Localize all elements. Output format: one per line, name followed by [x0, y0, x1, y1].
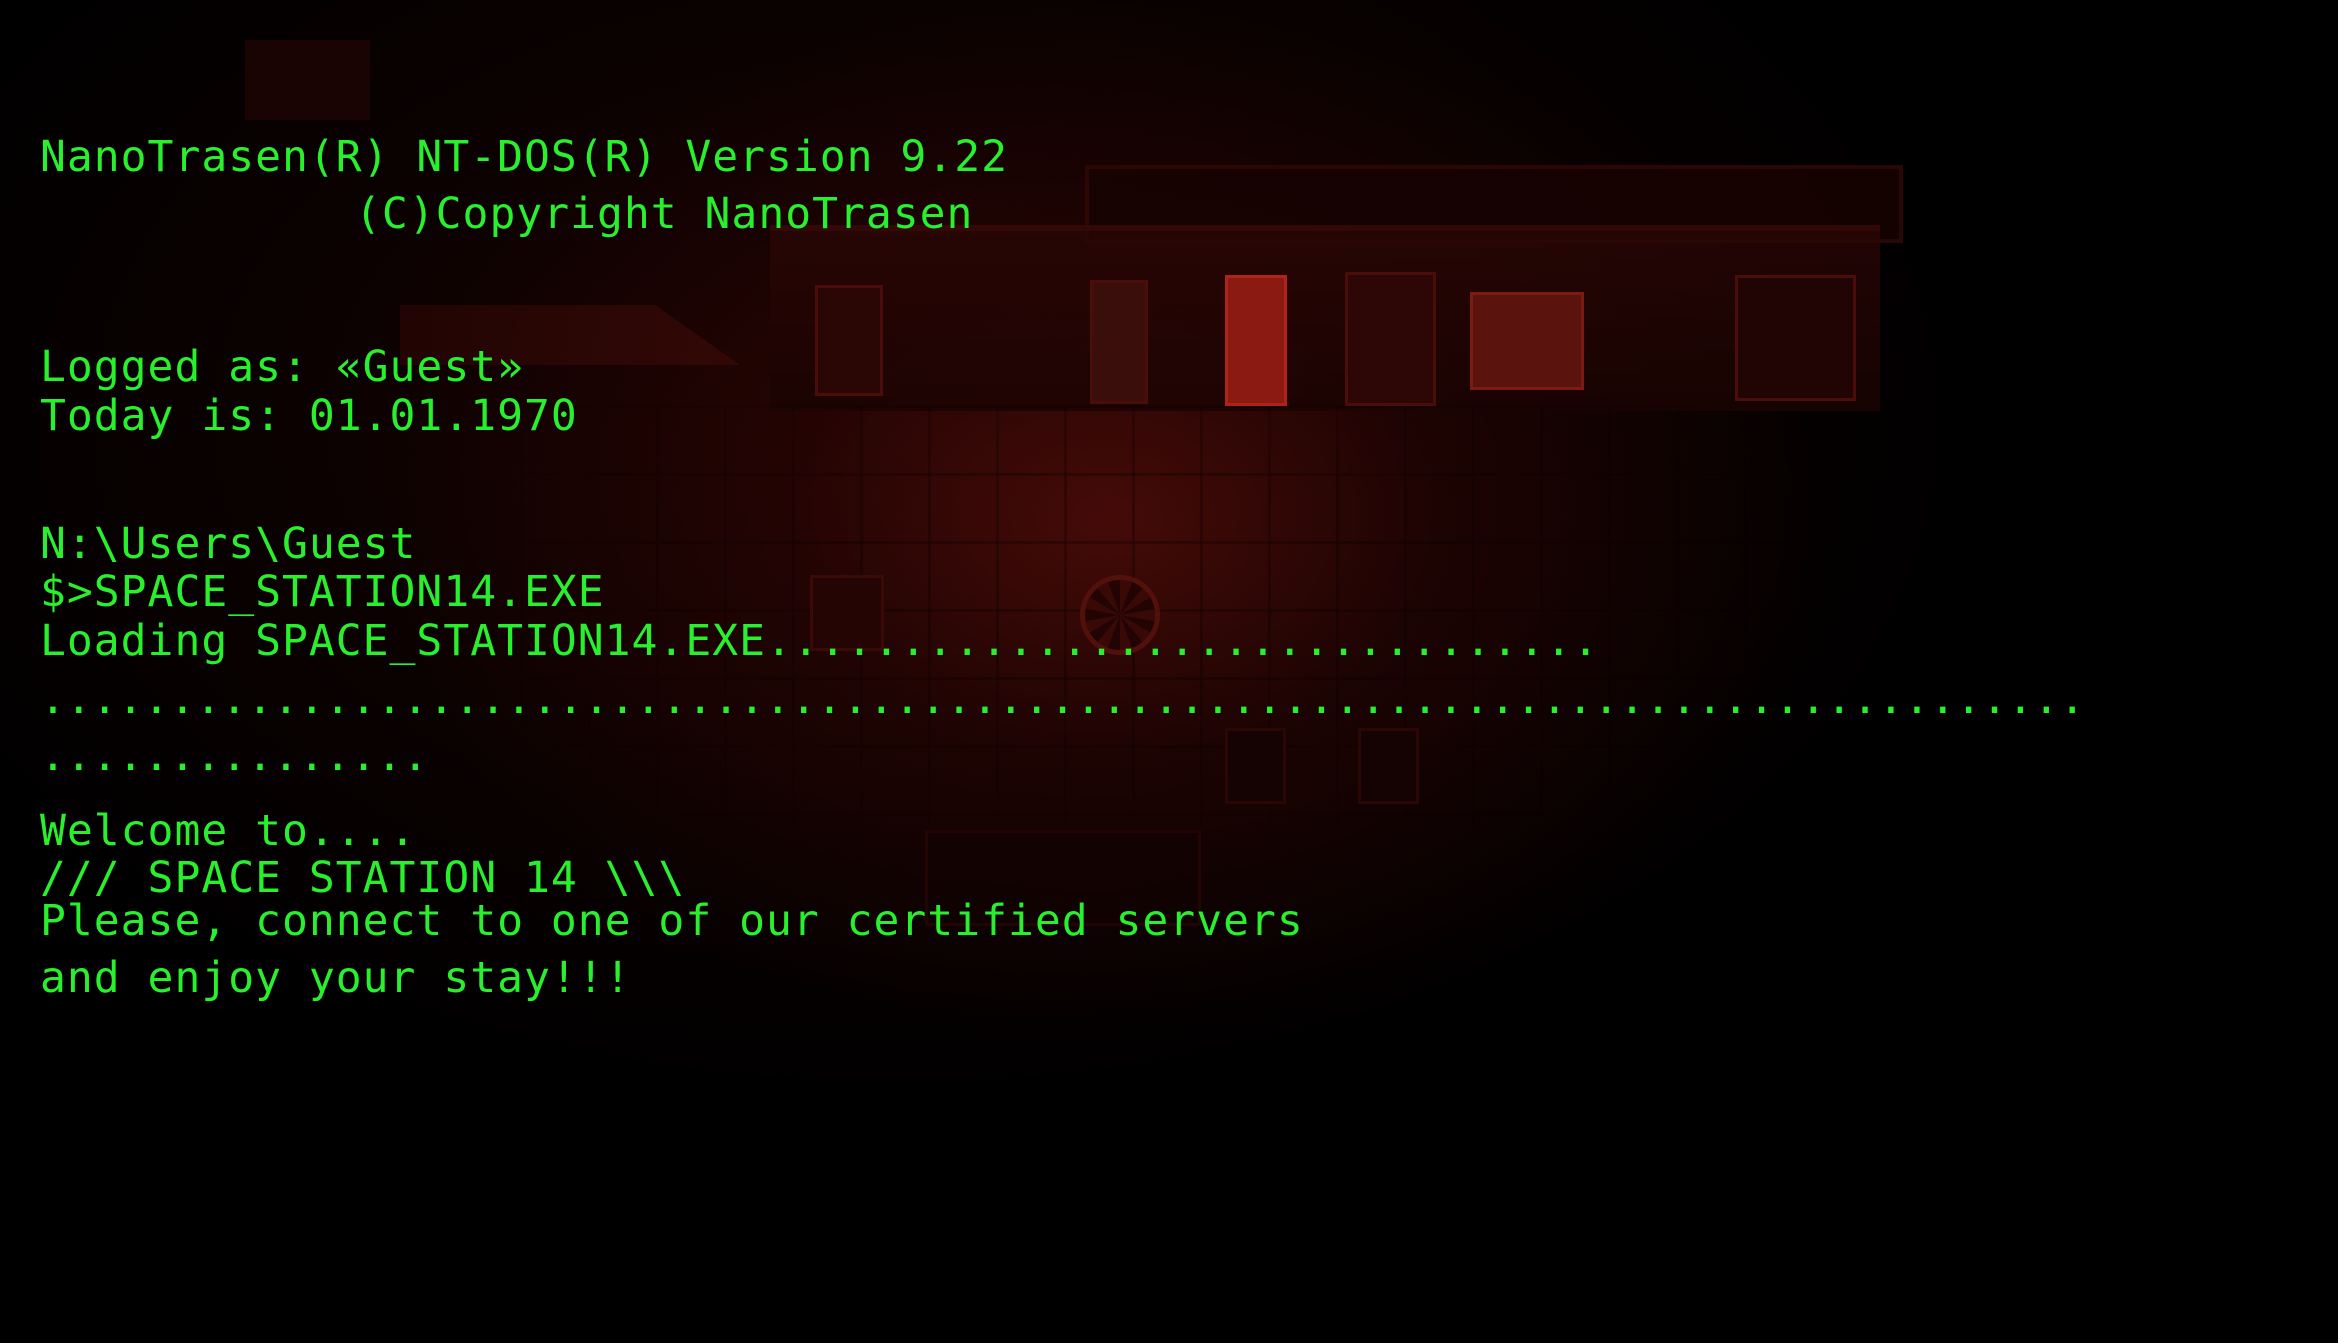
- date-text: Today is: 01.01.1970: [40, 391, 578, 441]
- wall-panel: [1735, 275, 1856, 401]
- logged-as-text: Logged as: «Guest»: [40, 342, 524, 392]
- game-title-text: /// SPACE STATION 14 \\\: [40, 853, 686, 903]
- boot-terminal: NanoTrasen(R) NT-DOS(R) Version 9.22 (C)…: [40, 0, 2085, 1343]
- version-text: NanoTrasen(R) NT-DOS(R) Version 9.22: [40, 132, 1008, 182]
- enjoy-message: and enjoy your stay!!!: [40, 953, 632, 1003]
- chair: [1358, 728, 1419, 804]
- path-prompt: N:\Users\Guest: [40, 519, 417, 569]
- connect-message: Please, connect to one of our certified …: [40, 896, 1304, 946]
- loading-dots: ...............: [40, 731, 429, 781]
- welcome-text: Welcome to....: [40, 806, 417, 856]
- loading-dots: ........................................…: [40, 674, 2086, 724]
- vending-machine: [1345, 272, 1436, 406]
- loading-text: Loading SPACE_STATION14.EXE.............…: [40, 616, 1600, 666]
- wall-poster: [1470, 292, 1584, 390]
- game-screen: NanoTrasen(R) NT-DOS(R) Version 9.22 (C)…: [0, 0, 2338, 1343]
- command-text: $>SPACE_STATION14.EXE: [40, 567, 605, 617]
- copyright-text: (C)Copyright NanoTrasen: [355, 189, 974, 239]
